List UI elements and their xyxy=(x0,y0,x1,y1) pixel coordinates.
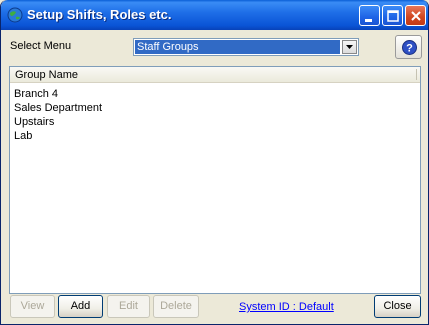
list-item[interactable]: Branch 4 xyxy=(14,87,102,101)
system-id-link[interactable]: System ID : Default xyxy=(239,301,334,313)
close-window-button[interactable] xyxy=(405,5,426,26)
delete-button[interactable]: Delete xyxy=(153,295,199,318)
window-title: Setup Shifts, Roles etc. xyxy=(27,7,172,22)
list-item[interactable]: Sales Department xyxy=(14,101,102,115)
list-item[interactable]: Lab xyxy=(14,129,102,143)
help-icon: ? xyxy=(402,40,417,55)
minimize-icon xyxy=(365,19,372,22)
chevron-down-icon xyxy=(346,45,353,49)
close-icon xyxy=(411,11,421,21)
maximize-button[interactable] xyxy=(382,5,403,26)
list-header[interactable]: Group Name xyxy=(10,67,420,83)
column-divider[interactable] xyxy=(416,69,417,80)
close-button[interactable]: Close xyxy=(374,295,421,318)
select-menu-value: Staff Groups xyxy=(135,40,340,54)
add-button[interactable]: Add xyxy=(58,295,103,318)
svg-text:?: ? xyxy=(406,43,413,55)
minimize-button[interactable] xyxy=(359,5,380,26)
select-menu-label: Select Menu xyxy=(10,40,72,52)
title-bar[interactable]: Setup Shifts, Roles etc. xyxy=(1,0,428,30)
app-globe-icon xyxy=(7,7,23,23)
edit-button[interactable]: Edit xyxy=(107,295,150,318)
window: Setup Shifts, Roles etc. Select Menu Sta… xyxy=(0,0,429,325)
view-button[interactable]: View xyxy=(10,295,55,318)
group-list[interactable]: Group Name Branch 4 Sales Department Ups… xyxy=(9,66,421,294)
dropdown-arrow-button[interactable] xyxy=(342,40,357,54)
column-header-group-name[interactable]: Group Name xyxy=(15,69,78,81)
select-menu-dropdown[interactable]: Staff Groups xyxy=(133,38,359,56)
list-rows: Branch 4 Sales Department Upstairs Lab xyxy=(14,87,102,143)
help-button[interactable]: ? xyxy=(395,35,422,59)
list-item[interactable]: Upstairs xyxy=(14,115,102,129)
